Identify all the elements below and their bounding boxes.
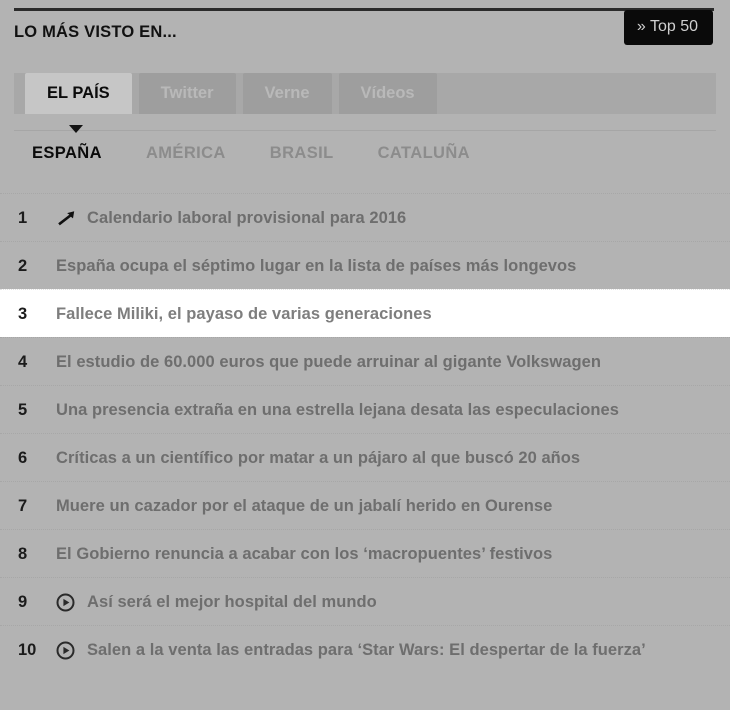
- rank-number: 2: [18, 257, 28, 275]
- tab-verne[interactable]: Verne: [242, 73, 332, 114]
- rank-number: 3: [18, 305, 28, 323]
- list-item[interactable]: 6 Críticas a un científico por matar a un…: [0, 433, 730, 481]
- list-item-headline[interactable]: Una presencia extraña en una estrella le…: [56, 399, 619, 421]
- rank-number: 1: [18, 209, 28, 227]
- section-nav-item-brasil[interactable]: BRASIL: [270, 144, 334, 163]
- list-item-headline[interactable]: Críticas a un científico por matar a un …: [56, 447, 580, 469]
- list-item[interactable]: 9 Así será el mejor hospital del mundo: [0, 577, 730, 625]
- rank-number: 10: [18, 641, 37, 659]
- module-header: LO MÁS VISTO EN... » Top 50: [0, 10, 730, 62]
- list-item-headline[interactable]: Así será el mejor hospital del mundo: [87, 591, 377, 613]
- tab-twitter[interactable]: Twitter: [138, 73, 236, 114]
- most-viewed-list: 1 Calendario laboral provisional para 201…: [0, 193, 730, 673]
- source-tabs: EL PAÍS Twitter Verne Vídeos: [14, 73, 716, 114]
- section-nav-divider: [14, 130, 716, 131]
- trending-up-icon: [56, 207, 87, 229]
- list-item[interactable]: 7 Muere un cazador por el ataque de un ja…: [0, 481, 730, 529]
- list-item-headline[interactable]: Muere un cazador por el ataque de un jab…: [56, 495, 552, 517]
- list-item-headline[interactable]: España ocupa el séptimo lugar en la list…: [56, 255, 576, 277]
- section-nav-item-catalu-a[interactable]: CATALUÑA: [378, 144, 470, 163]
- list-item[interactable]: 3 Fallece Miliki, el payaso de varias gen…: [0, 289, 730, 337]
- list-item-headline[interactable]: Calendario laboral provisional para 2016: [87, 207, 406, 229]
- video-play-icon: [56, 591, 87, 613]
- list-item[interactable]: 5 Una presencia extraña en una estrella l…: [0, 385, 730, 433]
- rank-number: 4: [18, 353, 28, 371]
- section-nav-wrapper: ESPAÑA AMÉRICA BRASIL CATALUÑA: [14, 114, 716, 180]
- section-nav-item-espa-a[interactable]: ESPAÑA: [32, 144, 102, 163]
- rank-number: 6: [18, 449, 28, 467]
- list-item-headline[interactable]: Salen a la venta las entradas para ‘Star…: [87, 639, 646, 661]
- tab-v-deos[interactable]: Vídeos: [338, 73, 437, 114]
- list-item[interactable]: 2 España ocupa el séptimo lugar en la lis…: [0, 241, 730, 289]
- tab-el-pa-s[interactable]: EL PAÍS: [25, 73, 132, 114]
- rank-number: 7: [18, 497, 28, 515]
- rank-number: 8: [18, 545, 28, 563]
- list-item-headline[interactable]: Fallece Miliki, el payaso de varias gene…: [56, 303, 432, 325]
- page-title: LO MÁS VISTO EN...: [14, 23, 177, 41]
- list-item-headline[interactable]: El estudio de 60.000 euros que puede arr…: [56, 351, 601, 373]
- rank-number: 5: [18, 401, 28, 419]
- list-item[interactable]: 1 Calendario laboral provisional para 201…: [0, 193, 730, 241]
- section-nav: ESPAÑA AMÉRICA BRASIL CATALUÑA: [14, 144, 514, 163]
- list-item[interactable]: 8 El Gobierno renuncia a acabar con los ‘…: [0, 529, 730, 577]
- chevron-down-icon: [69, 125, 83, 133]
- rank-number: 9: [18, 593, 28, 611]
- top-50-button[interactable]: » Top 50: [623, 10, 713, 45]
- list-item[interactable]: 10 Salen a la venta las entradas para ‘St…: [0, 625, 730, 673]
- header-top-rule: [14, 8, 714, 11]
- list-item-headline[interactable]: El Gobierno renuncia a acabar con los ‘m…: [56, 543, 552, 565]
- video-play-icon: [56, 639, 87, 661]
- section-nav-item-am-rica[interactable]: AMÉRICA: [146, 144, 226, 163]
- list-item[interactable]: 4 El estudio de 60.000 euros que puede ar…: [0, 337, 730, 385]
